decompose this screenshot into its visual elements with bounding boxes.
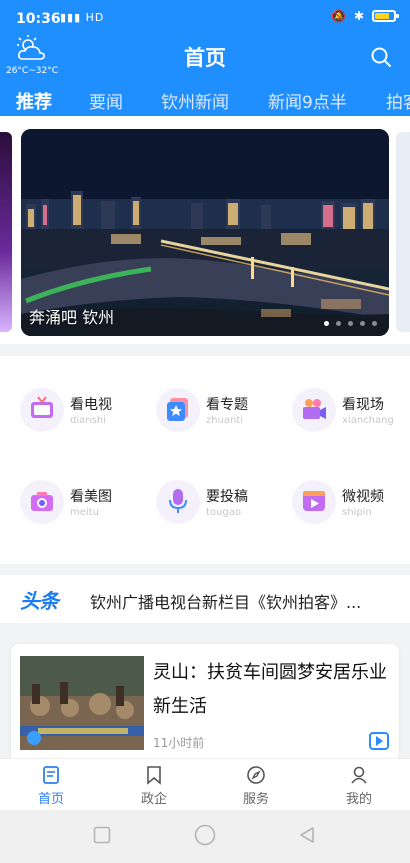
home-doc-icon xyxy=(43,766,59,784)
headline-ticker[interactable]: 头条 钦州广播电视台新栏目《钦州拍客》... xyxy=(0,575,410,623)
carousel-dot[interactable] xyxy=(348,321,353,326)
carousel-dot[interactable] xyxy=(336,321,341,326)
topic-star-icon xyxy=(167,398,188,421)
banner-next-peek[interactable] xyxy=(396,132,410,332)
banner-prev-peek[interactable] xyxy=(0,132,12,332)
recent-apps-icon[interactable] xyxy=(93,826,111,844)
banner-caption: 奔涌吧 钦州 xyxy=(29,308,115,327)
tab-news-930[interactable]: 新闻9点半 xyxy=(268,88,347,113)
banner-carousel[interactable]: 奔涌吧 钦州 xyxy=(21,129,389,336)
grid-label: 要投稿 xyxy=(206,489,248,505)
grid-label: 看美图 xyxy=(70,489,112,505)
grid-item-topic[interactable]: 看专题 zhuanti xyxy=(156,386,292,446)
grid-item-tv[interactable]: 看电视 dianshi xyxy=(20,386,156,446)
tv-icon xyxy=(31,396,53,418)
feature-grid: 看电视 dianshi 看专题 zhuanti 看现场 xianchang 看美… xyxy=(0,356,410,564)
tab-paike[interactable]: 拍客 xyxy=(386,88,410,113)
news-card[interactable]: 灵山：扶贫车间圆梦安居乐业新生活 11小时前 xyxy=(11,644,399,762)
page-title: 首页 xyxy=(184,46,226,70)
grid-item-live[interactable]: 看现场 xianchang xyxy=(292,386,410,446)
camera-icon xyxy=(303,399,326,419)
user-icon xyxy=(351,766,367,784)
grid-sublabel: tougao xyxy=(206,507,241,518)
bluetooth-icon: ✱ xyxy=(353,9,364,23)
bookmark-icon xyxy=(147,766,161,785)
tab-headlines[interactable]: 要闻 xyxy=(89,88,123,113)
nav-item-services[interactable]: 服务 xyxy=(221,765,291,807)
compass-icon xyxy=(247,766,265,784)
nav-item-profile[interactable]: 我的 xyxy=(324,765,394,807)
nav-label: 首页 xyxy=(37,792,64,807)
tab-qinzhou-news[interactable]: 钦州新闻 xyxy=(161,88,229,113)
grid-label: 看现场 xyxy=(342,397,384,413)
video-play-icon[interactable] xyxy=(369,732,389,750)
carousel-dots xyxy=(324,321,377,326)
carousel-dot[interactable] xyxy=(372,321,377,326)
tab-recommend[interactable]: 推荐 xyxy=(16,88,52,114)
nav-label: 政企 xyxy=(140,792,167,807)
nav-item-home[interactable]: 首页 xyxy=(16,765,86,807)
search-icon[interactable] xyxy=(370,46,392,68)
grid-label: 看电视 xyxy=(70,397,112,413)
news-title[interactable]: 灵山：扶贫车间圆梦安居乐业新生活 xyxy=(153,656,389,724)
headline-logo: 头条 xyxy=(20,589,59,613)
carousel-dot[interactable] xyxy=(360,321,365,326)
bottom-navigation: 首页 政企 服务 我的 xyxy=(0,758,410,810)
headline-text[interactable]: 钦州广播电视台新栏目《钦州拍客》... xyxy=(90,589,361,613)
microphone-icon xyxy=(169,489,187,513)
grid-label: 微视频 xyxy=(342,489,384,505)
grid-item-short-video[interactable]: 微视频 shipin xyxy=(292,478,410,538)
status-time: 10:36 xyxy=(16,11,61,27)
carousel-dot[interactable] xyxy=(324,321,329,326)
back-triangle-icon[interactable] xyxy=(298,826,316,844)
system-navigation-bar xyxy=(0,810,410,863)
channel-tabs: 推荐 要闻 钦州新闻 新闻9点半 拍客 xyxy=(0,82,410,116)
nav-label: 服务 xyxy=(242,792,269,807)
mute-icon: 🔕 xyxy=(330,9,346,23)
grid-item-photos[interactable]: 看美图 meitu xyxy=(20,478,156,538)
video-play-icon xyxy=(303,491,325,511)
grid-sublabel: shipin xyxy=(342,507,372,518)
grid-item-submit[interactable]: 要投稿 tougao xyxy=(156,478,292,538)
news-thumbnail xyxy=(20,656,144,750)
home-circle-icon[interactable] xyxy=(194,824,216,846)
grid-label: 看专题 xyxy=(206,397,248,413)
grid-sublabel: xianchang xyxy=(342,415,394,426)
signal-indicator: ▮▮▮ HD xyxy=(60,11,105,24)
status-bar: 10:36 ▮▮▮ HD 🔕 ✱ xyxy=(0,0,410,36)
grid-sublabel: meitu xyxy=(70,507,99,518)
nav-item-government[interactable]: 政企 xyxy=(119,765,189,807)
news-timestamp: 11小时前 xyxy=(153,736,205,750)
photo-camera-icon xyxy=(31,492,53,511)
nav-label: 我的 xyxy=(345,792,372,807)
grid-sublabel: zhuanti xyxy=(206,415,244,426)
battery-icon xyxy=(372,10,399,22)
grid-sublabel: dianshi xyxy=(70,415,106,426)
